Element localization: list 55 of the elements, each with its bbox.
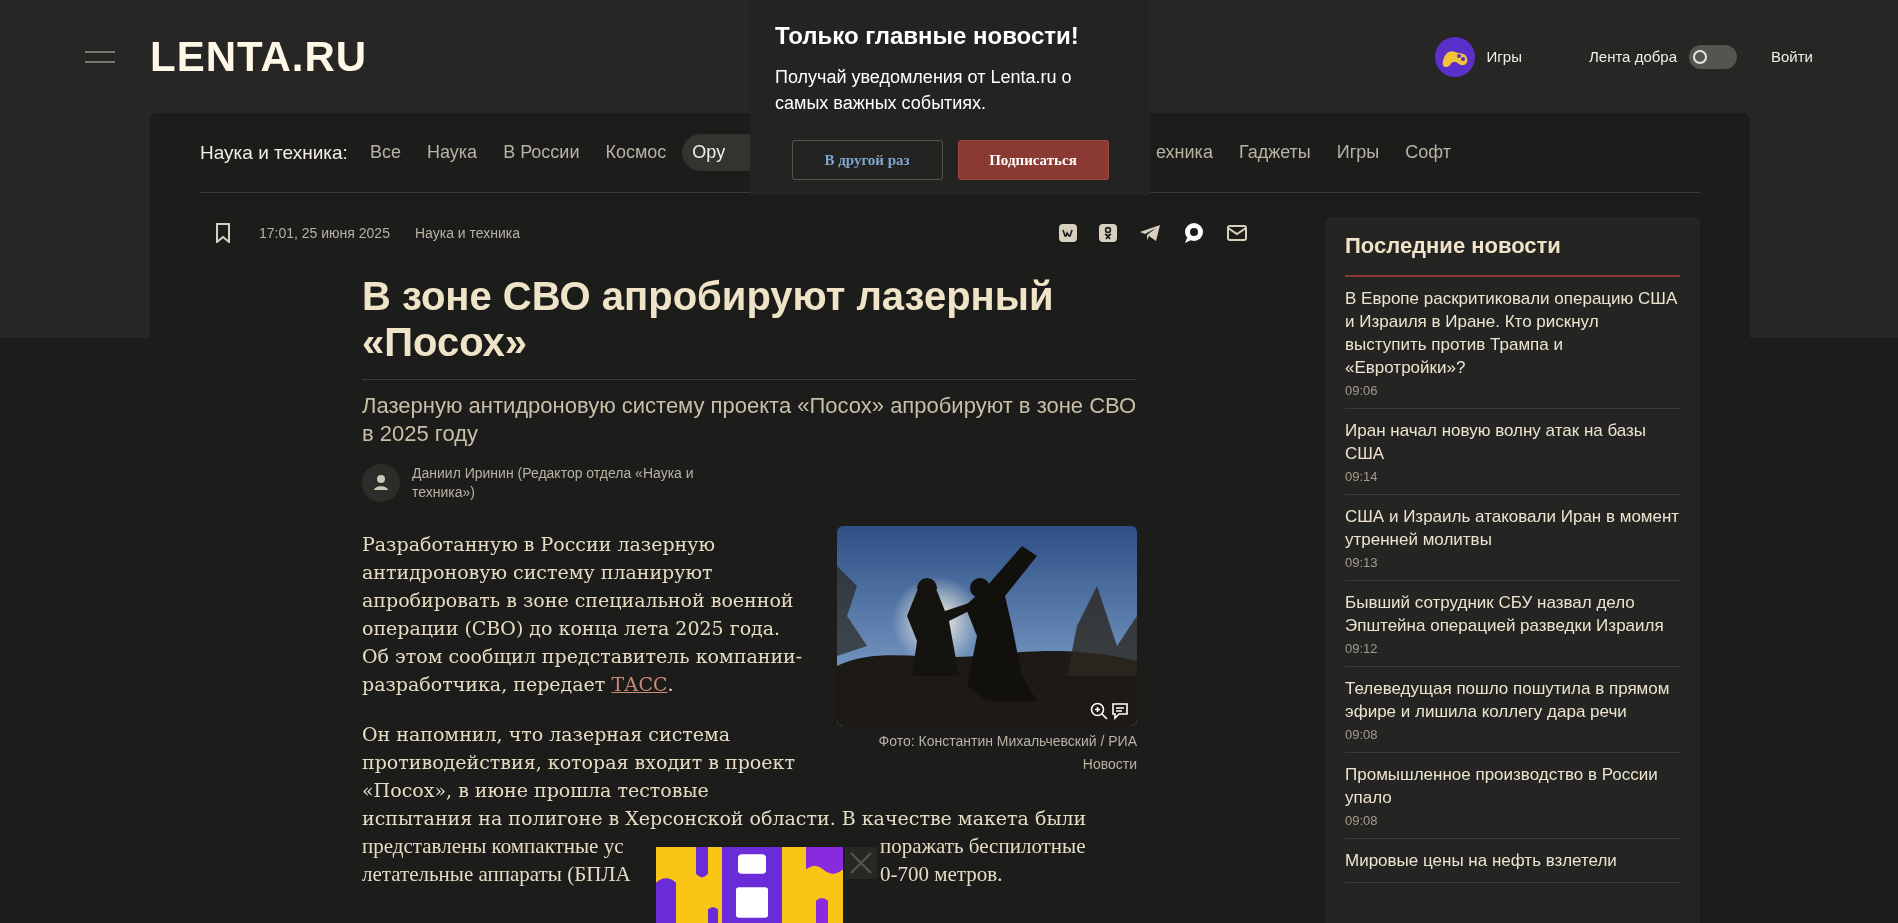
paper-plane-icon[interactable] [1139,224,1161,242]
panel-title: Последние новости [1345,217,1680,277]
kind-feed-toggle[interactable] [1689,44,1737,69]
nav-tab[interactable]: Наука [417,134,488,171]
author-avatar-icon [362,464,400,502]
news-headline[interactable]: В Европе раскритиковали операцию США и Израиля в Иране. Кто рискнул выступить против Трампа и «Евротройки»? [1345,287,1680,379]
article-subtitle: Лазерную антидроновую систему проекта «Посох» апробируют в зоне СВО в 2025 году [362,392,1137,448]
section-label: Наука и техника: [200,141,349,164]
login-link[interactable]: Войти [1771,48,1813,65]
article-date: 17:01, 25 июня 2025 [259,225,390,241]
article-title: В зоне СВО апробируют лазерный «Посох» [362,273,1137,380]
news-time: 09:14 [1345,469,1379,484]
news-time: 09:12 [1345,641,1379,656]
body-text: испытания на полигоне в Херсонской области. В качестве макета были [362,807,1087,829]
news-headline[interactable]: Телеведущая пошло пошутила в прямом эфире и лишила коллегу дара речи [1345,677,1680,723]
rubric-link[interactable]: Наука и техника [414,225,520,241]
bookmark-icon[interactable] [215,223,231,243]
body-text: представлены компактные ус [362,833,625,860]
news-time: 09:08 [1345,727,1379,742]
nav-tab[interactable]: В России [493,134,590,171]
share-icon[interactable] [1059,224,1077,242]
body-text: поражать беспилотные [880,833,1087,860]
later-button[interactable]: В другой раз [791,140,943,180]
nav-tab[interactable]: ехника [1146,134,1223,171]
author-name[interactable]: Даниил Иринин (Редактор отдела «Наука и техника») [412,464,712,502]
popup-title: Только главные новости! [775,22,1080,50]
nav-tab[interactable]: Космос [595,134,677,171]
games-link[interactable]: Игры [1486,48,1522,65]
news-headline[interactable]: Промышленное производство в России упало [1345,763,1680,809]
news-headline[interactable]: Иран начал новую волну атак на базы США [1345,419,1680,465]
nav-tab[interactable]: Гаджеты [1228,134,1321,171]
nav-tab[interactable]: Игры [1326,134,1390,171]
chat-bubble-icon[interactable] [1183,222,1205,244]
nav-tab[interactable]: Софт [1395,134,1461,171]
news-headline[interactable]: Мировые цены на нефть взлетели [1345,849,1680,872]
news-headline[interactable]: США и Израиль атаковали Иран в момент утренней молитвы [1345,505,1680,551]
menu-icon[interactable] [85,49,115,64]
nav-tab[interactable]: Все [360,134,412,171]
source-link[interactable]: ТАСС [611,673,668,695]
popup-text: Получай уведомления от Lenta.ru о самых важных событиях. [775,66,1073,115]
game-controller-icon[interactable] [1434,36,1475,77]
site-logo[interactable]: LENTA.RU [150,32,368,81]
body-text: 0-700 метров. [880,861,1004,888]
news-time: 09:13 [1345,555,1379,570]
news-time: 09:08 [1345,813,1379,828]
kind-feed-label: Лента добра [1588,48,1677,65]
zoom-in-icon[interactable] [1090,702,1108,720]
news-headline[interactable]: Бывший сотрудник СБУ назвал дело Эпштейна операцией разведки Израиля [1345,591,1680,637]
mail-icon[interactable] [1227,225,1247,241]
share-icon[interactable] [1099,224,1117,242]
subscribe-button[interactable]: Подписаться [957,140,1109,180]
photo-caption: Фото: Константин Михальчевский / РИА Новости [877,732,1137,774]
news-time: 09:06 [1345,383,1379,398]
body-text: летательные аппараты (БПЛА [362,861,632,888]
comment-icon[interactable] [1111,702,1129,720]
